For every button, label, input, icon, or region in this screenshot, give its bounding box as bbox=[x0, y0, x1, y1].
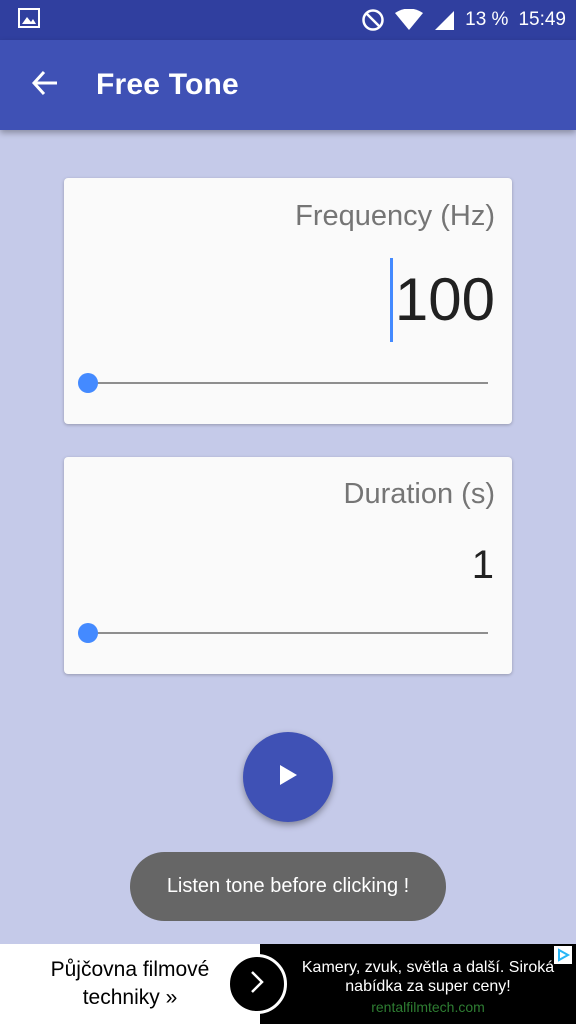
ad-banner[interactable]: Půjčovna filmové techniky » Kamery, zvuk… bbox=[0, 944, 576, 1024]
frequency-slider-track[interactable] bbox=[90, 382, 488, 384]
duration-slider-track[interactable] bbox=[90, 632, 488, 634]
clock: 15:49 bbox=[518, 9, 566, 30]
frequency-card: Frequency (Hz) 100 bbox=[64, 178, 512, 424]
arrow-back-icon bbox=[31, 69, 59, 102]
status-bar: 13 % 15:49 bbox=[0, 0, 576, 40]
play-button[interactable] bbox=[243, 732, 333, 822]
duration-label: Duration (s) bbox=[343, 478, 496, 510]
ad-left-panel[interactable]: Půjčovna filmové techniky » bbox=[0, 944, 260, 1024]
text-caret bbox=[389, 258, 393, 342]
frequency-label: Frequency (Hz) bbox=[295, 200, 495, 232]
signal-icon bbox=[433, 9, 455, 31]
toast-message: Listen tone before clicking ! bbox=[130, 852, 446, 921]
ad-headline-line2: techniky » bbox=[82, 986, 178, 1009]
app-bar: Free Tone bbox=[0, 40, 576, 130]
ad-url: rentalfilmtech.com bbox=[371, 999, 485, 1015]
dnd-icon bbox=[361, 8, 385, 32]
ad-choices-icon[interactable] bbox=[554, 946, 572, 969]
page-title: Free Tone bbox=[96, 68, 239, 101]
ad-description: Kamery, zvuk, světla a další. Siroká nab… bbox=[301, 959, 555, 995]
ad-headline-line1: Půjčovna filmové bbox=[50, 958, 210, 981]
back-button[interactable] bbox=[0, 40, 90, 130]
frequency-value[interactable]: 100 bbox=[395, 258, 495, 342]
duration-slider-thumb[interactable] bbox=[78, 623, 98, 643]
ad-arrow-button[interactable] bbox=[227, 954, 287, 1014]
battery-text: 13 % bbox=[465, 9, 509, 30]
duration-card: Duration (s) 1 bbox=[64, 457, 512, 674]
chevron-right-icon bbox=[247, 969, 267, 1000]
duration-value[interactable]: 1 bbox=[472, 543, 494, 588]
image-notification-icon bbox=[18, 7, 40, 33]
frequency-input[interactable]: 100 bbox=[389, 258, 495, 342]
frequency-slider-thumb[interactable] bbox=[78, 373, 98, 393]
duration-slider[interactable] bbox=[78, 618, 488, 648]
wifi-icon bbox=[395, 9, 424, 31]
play-icon bbox=[277, 763, 299, 792]
ad-right-panel[interactable]: Kamery, zvuk, světla a další. Siroká nab… bbox=[260, 944, 576, 1024]
frequency-slider[interactable] bbox=[78, 368, 488, 398]
